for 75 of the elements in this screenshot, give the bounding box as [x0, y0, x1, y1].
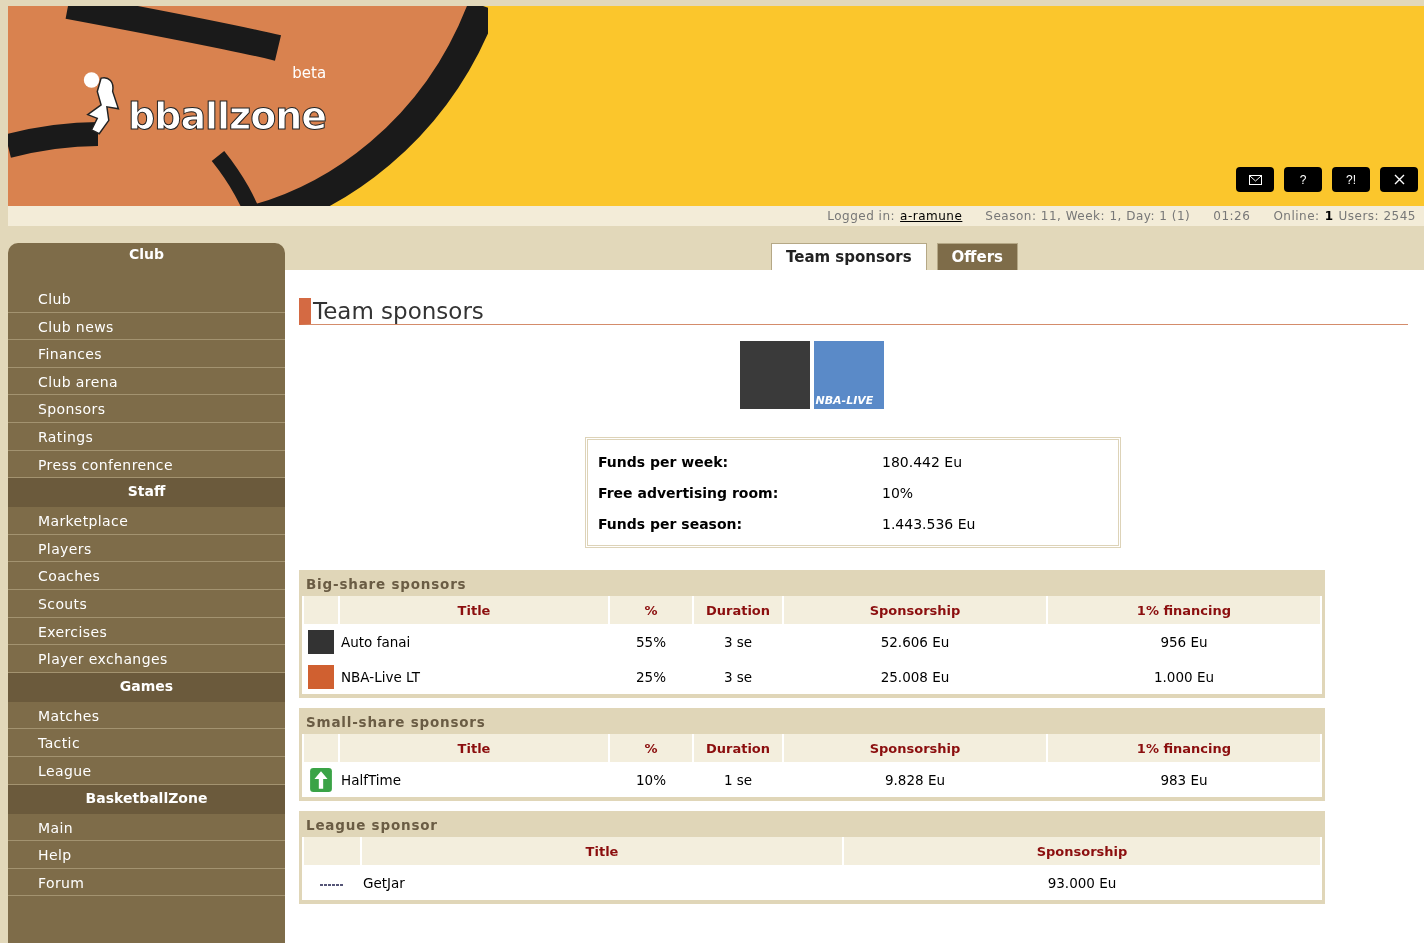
column-header: Title [340, 734, 608, 762]
table-cell-text: GetJar [362, 873, 406, 893]
column-header: Sponsorship [784, 734, 1046, 762]
table-cell-text: 983 Eu [1159, 770, 1209, 790]
sidebar-item[interactable]: Forum [8, 868, 285, 897]
table-cell-text: 25% [635, 667, 667, 687]
sidebar-item[interactable]: Club news [8, 312, 285, 341]
section-title: League sponsor [305, 816, 439, 835]
table-cell-text: 55% [635, 632, 667, 652]
help-button[interactable]: ? [1284, 167, 1322, 192]
table-cell-text: 9.828 Eu [883, 770, 946, 790]
table-cell-text: Auto fanai [340, 632, 412, 652]
sidebar-item[interactable]: Scouts [8, 589, 285, 618]
column-header: % [610, 596, 692, 624]
help-button[interactable]: ?! [1332, 167, 1370, 192]
sidebar-item[interactable]: Help [8, 841, 285, 869]
funds-value: 1.443.536 Eu [882, 515, 976, 532]
funds-value: 10% [882, 484, 914, 501]
sidebar-item[interactable]: Tactic [8, 729, 285, 757]
logo-caption: NBA-LIVE [815, 394, 874, 407]
table-cell-text: NBA-Live LT [340, 667, 421, 687]
section-title: Big-share sponsors [305, 575, 468, 594]
beta-label: beta [292, 64, 327, 82]
tab[interactable]: Offers [936, 243, 1018, 270]
table-cell-text: 3 se [722, 632, 754, 652]
sidebar-item[interactable]: Player exchanges [8, 645, 285, 673]
funds-label: Funds per week: [598, 453, 730, 470]
sidebar-heading: Club [127, 245, 166, 264]
sidebar-item[interactable]: Coaches [8, 562, 285, 590]
table-cell-text: 25.008 Eu [879, 667, 951, 687]
table-cell-text: 10% [635, 770, 667, 790]
table-cell-text: 956 Eu [1159, 632, 1209, 652]
sidebar-heading: Games [8, 672, 285, 702]
column-header: Sponsorship [784, 596, 1046, 624]
sidebar-item[interactable]: Club [8, 285, 285, 313]
sidebar-item[interactable]: Marketplace [8, 507, 285, 535]
column-header: 1% financing [1048, 596, 1320, 624]
sidebar-item[interactable]: League [8, 756, 285, 785]
table-cell-text: 1 se [722, 770, 754, 790]
logo-wordmark: bballzone [128, 94, 327, 138]
sidebar-heading: Staff [8, 478, 285, 508]
online-count: 1 [1324, 209, 1334, 223]
sidebar-item[interactable]: Sponsors [8, 395, 285, 423]
table-cell-text: 3 se [722, 667, 754, 687]
funds-label: Funds per season: [598, 515, 744, 532]
season-info: Season: 11, Week: 1, Day: 1 (1) [985, 209, 1191, 223]
page-title: Team sponsors [299, 298, 1408, 325]
sidebar-item[interactable]: Matches [8, 701, 285, 730]
sidebar-item[interactable]: Finances [8, 340, 285, 368]
users-count: Users: 2545 [1338, 209, 1416, 223]
section-title: Small-share sponsors [305, 713, 487, 732]
column-header: % [610, 734, 692, 762]
logged-in-label: Logged in: [827, 209, 896, 223]
table-cell-text: 93.000 Eu [1046, 873, 1118, 893]
online-label: Online: [1273, 209, 1320, 223]
column-header: Title [362, 837, 842, 865]
sidebar-item[interactable]: Exercises [8, 617, 285, 646]
column-header: Duration [694, 734, 782, 762]
tab[interactable]: Team sponsors [771, 243, 927, 270]
column-header: Title [340, 596, 608, 624]
column-header: Duration [694, 596, 782, 624]
table-cell-text: 52.606 Eu [879, 632, 951, 652]
sidebar-item[interactable]: Ratings [8, 422, 285, 451]
sidebar-item[interactable]: Players [8, 534, 285, 563]
column-header: Sponsorship [844, 837, 1320, 865]
sidebar-item[interactable]: Club arena [8, 367, 285, 396]
table-cell-text: HalfTime [340, 770, 402, 790]
table-cell-text: 1.000 Eu [1152, 667, 1215, 687]
funds-value: 180.442 Eu [882, 453, 963, 470]
funds-label: Free advertising room: [598, 484, 780, 501]
user-link[interactable]: a-ramune [900, 209, 963, 223]
column-header: 1% financing [1048, 734, 1320, 762]
sidebar-item[interactable]: Main [8, 813, 285, 842]
sidebar-heading: BasketballZone [8, 784, 285, 814]
clock-time: 01:26 [1213, 209, 1251, 223]
